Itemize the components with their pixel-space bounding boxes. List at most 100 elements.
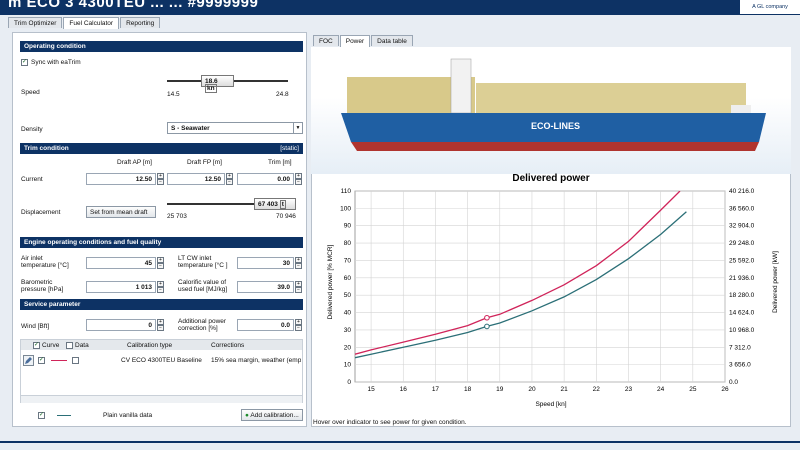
draft-fp-header: Draft FP [m] (187, 159, 222, 166)
calorific-stepper[interactable]: + − (295, 281, 302, 293)
data-row-checkbox[interactable] (72, 357, 79, 364)
air-inlet-input[interactable]: 45 (86, 257, 156, 269)
calorific-input[interactable]: 39.0 (237, 281, 294, 293)
y-tick-label: 70 (344, 257, 352, 264)
x-tick-label: 25 (689, 386, 697, 393)
air-inlet-label-line2: temperature [°C] (21, 262, 69, 269)
ship-illustration: ECO-LINES (311, 47, 791, 174)
section-title: Operating condition (24, 43, 86, 50)
trim-stepper[interactable]: + − (295, 173, 302, 185)
data-header-checkbox[interactable] (66, 342, 73, 349)
tab-trim-optimizer[interactable]: Trim Optimizer (8, 17, 63, 28)
curve-row-checkbox[interactable]: ✓ (38, 357, 45, 364)
x-tick-label: 26 (721, 386, 729, 393)
displacement-slider-thumb[interactable]: 67 403 t (254, 198, 296, 210)
y-tick-label: 80 (344, 240, 352, 247)
y2-tick-label: 0.0 (729, 379, 738, 386)
draft-ap-stepper[interactable]: + − (157, 173, 164, 185)
add-calibration-button[interactable]: ● Add calibration... (241, 409, 303, 421)
tab-data-table[interactable]: Data table (371, 35, 413, 46)
minus-icon[interactable]: − (157, 287, 164, 293)
operating-point-marker-1 (484, 323, 490, 330)
y-tick-label: 30 (344, 327, 352, 334)
wind-stepper[interactable]: + − (157, 319, 164, 331)
trim-header: Trim [m] (268, 159, 292, 166)
y-tick-label: 100 (340, 205, 351, 212)
displacement-value: 67 403 (258, 201, 278, 208)
set-from-mean-draft-button[interactable]: Set from mean draft (86, 206, 156, 218)
speed-slider-thumb[interactable]: 18.6 kn (201, 75, 234, 93)
draft-fp-input[interactable]: 12.50 (167, 173, 225, 185)
calibration-type-header: Calibration type (127, 342, 173, 349)
engine-header: Engine operating conditions and fuel qua… (20, 237, 303, 248)
speed-unit: kn (205, 84, 217, 93)
minus-icon[interactable]: − (295, 287, 302, 293)
add-power-label-line2: correction [%] (178, 325, 218, 332)
minus-icon[interactable]: − (295, 263, 302, 269)
add-power-input[interactable]: 0.0 (237, 319, 294, 331)
curve-header-checkbox[interactable]: ✓ (33, 342, 40, 349)
minus-icon[interactable]: − (157, 325, 164, 331)
operating-condition-header: Operating condition (20, 41, 303, 52)
plain-vanilla-checkbox[interactable]: ✓ (38, 412, 45, 419)
corrections-header: Corrections (211, 342, 245, 349)
tab-reporting[interactable]: Reporting (120, 17, 161, 28)
y2-tick-label: 7 312.0 (729, 344, 751, 351)
y-tick-label: 90 (344, 223, 352, 230)
minus-icon[interactable]: − (226, 179, 233, 185)
minus-icon[interactable]: − (157, 263, 164, 269)
y-tick-label: 60 (344, 275, 352, 282)
minus-icon[interactable]: − (157, 179, 164, 185)
speed-label: Speed (21, 89, 40, 96)
air-inlet-stepper[interactable]: + − (157, 257, 164, 269)
container-stack-fore (476, 83, 746, 113)
y2-axis-label: Delivered power [kW] (772, 251, 779, 313)
wind-label: Wind [Bft] (21, 323, 50, 330)
draft-fp-stepper[interactable]: + − (226, 173, 233, 185)
lt-cw-stepper[interactable]: + − (295, 257, 302, 269)
draft-ap-input[interactable]: 12.50 (86, 173, 156, 185)
barometric-input[interactable]: 1 013 (86, 281, 156, 293)
add-power-stepper[interactable]: + − (295, 319, 302, 331)
trim-input[interactable]: 0.00 (237, 173, 294, 185)
lt-cw-input[interactable]: 30 (237, 257, 294, 269)
operating-point-marker-0 (484, 314, 490, 321)
teal-curve-swatch (57, 415, 71, 416)
x-tick-label: 21 (561, 386, 569, 393)
plain-vanilla-label: Plain vanilla data (103, 412, 153, 419)
minus-icon[interactable]: − (295, 179, 302, 185)
chart-title: Delivered power (512, 173, 589, 184)
density-select[interactable]: S - Seawater ▼ (167, 122, 303, 134)
lt-cw-label: LT CW inlet temperature [°C ] (178, 255, 228, 269)
static-badge: [static] (280, 145, 299, 152)
left-panel: Operating condition ✓ Sync with eaTrim S… (12, 32, 307, 427)
wind-input[interactable]: 0 (86, 319, 156, 331)
x-tick-label: 23 (625, 386, 633, 393)
barometric-label: Barometric pressure [hPa] (21, 279, 63, 293)
service-parameter-header: Service parameter (20, 299, 303, 310)
red-curve-swatch (51, 360, 67, 361)
minus-icon[interactable]: − (295, 325, 302, 331)
calorific-label-line2: used fuel [MJ/kg] (178, 286, 228, 293)
y2-tick-label: 14 624.0 (729, 310, 755, 317)
air-inlet-label: Air inlet temperature [°C] (21, 255, 69, 269)
y-axis-label: Delivered power [% MCR] (327, 244, 334, 319)
add-power-label: Additional power correction [%] (178, 318, 226, 332)
grid: 0 0.0 10 3 656.0 20 7 312.0 30 10 968.0 40 14 624… (340, 188, 755, 393)
density-value: S - Seawater (171, 125, 210, 132)
barometric-stepper[interactable]: + − (157, 281, 164, 293)
edit-pencil-icon[interactable] (23, 355, 34, 366)
y-tick-label: 50 (344, 292, 352, 299)
tab-foc[interactable]: FOC (313, 35, 339, 46)
chart-tabs: FOC Power Data table (313, 35, 414, 47)
calibration-type-cell: CV ECO 4300TEU Baseline (121, 357, 202, 364)
y-tick-label: 20 (344, 344, 352, 351)
horizontal-scrollbar[interactable] (21, 395, 302, 403)
barometric-label-line2: pressure [hPa] (21, 286, 64, 293)
tab-power[interactable]: Power (339, 35, 371, 47)
hover-hint: Hover over indicator to see power for gi… (313, 419, 467, 426)
tab-fuel-calculator[interactable]: Fuel Calculator (63, 17, 120, 29)
sync-checkbox[interactable]: ✓ (21, 59, 28, 66)
speed-max: 24.8 (276, 91, 289, 98)
bottom-border (0, 441, 800, 443)
